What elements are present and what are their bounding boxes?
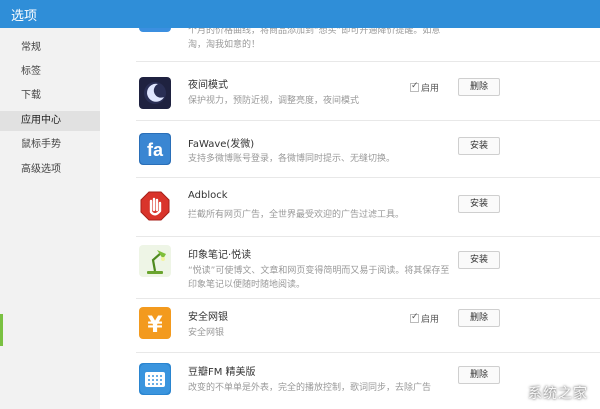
checkbox-icon[interactable] xyxy=(410,312,419,323)
scroll-indicator xyxy=(0,314,3,346)
app-description: 支持多微博账号登录，各微博同时提示、无缝切换。 xyxy=(188,154,396,164)
app-description: 改变的不单单是外表，完全的播放控制，歌词同步，去除广告 xyxy=(188,383,432,393)
app-name: 安全网银 xyxy=(188,312,228,323)
app-description: 个月的价格曲线，将商品添加到“想买”即可开通降价提醒。如意淘，淘我如意的！ xyxy=(188,28,441,50)
fawave-icon: fa xyxy=(139,133,171,165)
sidebar: 常规 标签 下载 应用中心 鼠标手势 高级选项 xyxy=(0,28,100,409)
enable-checkbox[interactable]: 启用 xyxy=(410,81,439,94)
enable-checkbox[interactable]: 启用 xyxy=(410,312,439,325)
app-row-fawave: fa FaWave(发微) 支持多微博账号登录，各微博同时提示、无缝切换。 安装 xyxy=(136,121,600,178)
delete-button[interactable]: 删除 xyxy=(458,309,500,327)
blue-partial-icon xyxy=(139,28,171,32)
sidebar-item-tabs[interactable]: 标签 xyxy=(0,62,100,82)
app-name: 印象笔记·悦读 xyxy=(188,250,252,261)
app-row-secure-banking: ¥ 安全网银 安全网银 启用 删除 xyxy=(136,299,600,353)
svg-text:¥: ¥ xyxy=(147,313,163,338)
app-description: 保护视力，预防近视，调整亮度，夜间模式 xyxy=(188,96,360,106)
app-name: FaWave(发微) xyxy=(188,139,255,150)
sidebar-item-advanced[interactable]: 高级选项 xyxy=(0,160,100,180)
sidebar-item-mouse-gestures[interactable]: 鼠标手势 xyxy=(0,135,100,155)
app-name: Adblock xyxy=(188,190,228,201)
install-button[interactable]: 安装 xyxy=(458,195,500,213)
moon-icon xyxy=(139,77,171,109)
title-bar: 选项 xyxy=(0,0,600,28)
app-list: 个月的价格曲线，将商品添加到“想买”即可开通降价提醒。如意淘，淘我如意的！ 夜间… xyxy=(100,28,600,409)
yuan-icon: ¥ xyxy=(139,307,171,339)
svg-text:fa: fa xyxy=(147,140,164,160)
watermark-logo: 系统之家 xyxy=(528,386,588,402)
install-button[interactable]: 安装 xyxy=(458,251,500,269)
app-row-evernote-clearly: 印象笔记·悦读 “悦读”可使博文、文章和网页变得简明而又易于阅读。将其保存至印象… xyxy=(136,237,600,299)
sidebar-item-app-center[interactable]: 应用中心 xyxy=(0,111,100,131)
sidebar-item-general[interactable]: 常规 xyxy=(0,38,100,58)
lamp-icon xyxy=(139,245,171,277)
checkbox-icon[interactable] xyxy=(410,81,419,92)
delete-button[interactable]: 删除 xyxy=(458,78,500,96)
app-row-ruyitao: 个月的价格曲线，将商品添加到“想买”即可开通降价提醒。如意淘，淘我如意的！ xyxy=(136,28,600,62)
delete-button[interactable]: 删除 xyxy=(458,366,500,384)
app-row-adblock: Adblock 拦截所有网页广告，全世界最受欢迎的广告过滤工具。 安装 xyxy=(136,178,600,237)
app-description: 拦截所有网页广告，全世界最受欢迎的广告过滤工具。 xyxy=(188,210,405,220)
window-title: 选项 xyxy=(11,9,38,24)
app-name: 夜间模式 xyxy=(188,80,228,91)
radio-icon xyxy=(139,363,171,395)
app-name: 豆瓣FM 精美版 xyxy=(188,367,256,378)
stop-hand-icon xyxy=(139,190,171,222)
app-description: “悦读”可使博文、文章和网页变得简明而又易于阅读。将其保存至印象笔记以便随时随地… xyxy=(188,266,450,290)
sidebar-item-downloads[interactable]: 下载 xyxy=(0,86,100,106)
app-description: 安全网银 xyxy=(188,328,225,338)
install-button[interactable]: 安装 xyxy=(458,137,500,155)
app-row-night-mode: 夜间模式 保护视力，预防近视，调整亮度，夜间模式 启用 删除 xyxy=(136,62,600,121)
